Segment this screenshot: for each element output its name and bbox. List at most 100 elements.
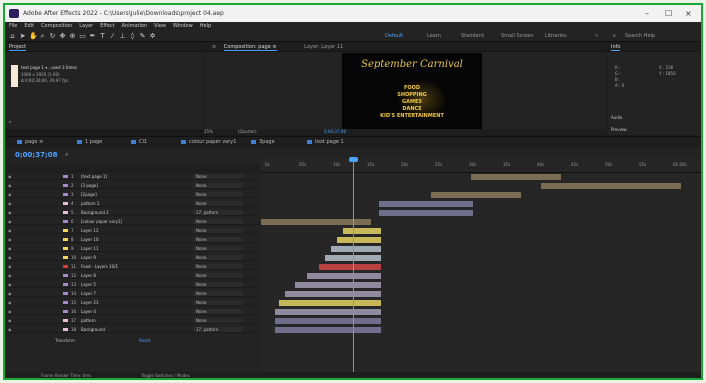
workspace-4[interactable]: Libraries [545,31,567,42]
workspace-0[interactable]: Default [385,31,403,42]
layer-row[interactable]: ◉ 14 Layer 7 None [5,290,260,297]
resolution-dropdown[interactable]: (Quarter) [238,129,257,135]
visibility-eye-icon[interactable]: ◉ [8,182,12,189]
audio-panel-tab[interactable]: Audio [611,115,622,120]
roto-brush-tool-icon[interactable]: ✎ [139,33,146,40]
layer-track-area[interactable] [261,173,701,372]
layer-duration-bar[interactable] [541,183,681,189]
layer-duration-bar[interactable] [275,309,381,315]
layer-name[interactable]: Layer 12 [81,227,99,234]
layer-name[interactable]: Layer 11 [81,245,99,252]
parent-dropdown[interactable]: None [193,255,243,260]
visibility-eye-icon[interactable]: ◉ [8,326,12,333]
zoom-dropdown[interactable]: 25% [204,129,213,135]
layer-label-color[interactable] [63,328,68,331]
menu-item[interactable]: Animation [122,23,148,29]
layer-name[interactable]: [colour paper vary1] [81,218,122,225]
brush-tool-icon[interactable]: ⁄ [109,33,116,40]
visibility-eye-icon[interactable]: ◉ [8,236,12,243]
parent-dropdown[interactable]: None [193,282,243,287]
transform-label[interactable]: Transform [55,337,75,344]
composition-tab[interactable]: Composition: page ≡ [223,44,277,51]
visibility-eye-icon[interactable]: ◉ [8,227,12,234]
preview-panel-tab[interactable]: Preview [611,127,627,132]
minimize-button[interactable]: – [645,5,649,22]
menu-item[interactable]: Edit [24,23,34,29]
parent-dropdown[interactable]: None [193,309,243,314]
visibility-eye-icon[interactable]: ◉ [8,200,12,207]
visibility-eye-icon[interactable]: ◉ [8,290,12,297]
layer-name[interactable]: Background [81,326,105,333]
layer-label-color[interactable] [63,220,68,223]
selection-tool-icon[interactable]: ➤ [19,33,26,40]
layer-label-color[interactable] [63,238,68,241]
layer-label-color[interactable] [63,247,68,250]
layer-duration-bar[interactable] [431,192,521,198]
layer-duration-bar[interactable] [261,219,371,225]
layer-label-color[interactable] [63,211,68,214]
layer-row[interactable]: ◉ 1 [text page 1] None [5,173,260,180]
layer-name[interactable]: Layer 8 [81,272,96,279]
layer-label-color[interactable] [63,256,68,259]
visibility-eye-icon[interactable]: ◉ [8,281,12,288]
reset-link[interactable]: Reset [139,337,150,344]
menu-item[interactable]: Effect [100,23,114,29]
layer-row[interactable]: ◉ 18 Background 17. pattern [5,326,260,333]
hand-tool-icon[interactable]: ✋ [29,33,38,40]
menu-item[interactable]: File [9,23,17,29]
parent-dropdown[interactable]: None [193,246,243,251]
layer-row[interactable]: ◉ 7 Layer 12 None [5,227,260,234]
viewer-timecode[interactable]: 0;00;37;08 [324,129,346,135]
layer-label-color[interactable] [63,283,68,286]
layer-row[interactable]: ◉ 4 pattern 2 None [5,200,260,207]
visibility-eye-icon[interactable]: ◉ [8,218,12,225]
maximize-button[interactable]: ☐ [665,5,672,22]
timeline-comp-tab[interactable]: Cl1 [131,137,147,147]
layer-row[interactable]: ◉ 6 [colour paper vary1] None [5,218,260,225]
layer-name[interactable]: [2page] [81,191,97,198]
layer-duration-bar[interactable] [379,201,473,207]
close-button[interactable]: × [685,5,692,22]
layer-label-color[interactable] [63,265,68,268]
parent-dropdown[interactable]: None [193,264,243,269]
layer-name[interactable]: pattern 2 [81,200,100,207]
shape-tool-icon[interactable]: ▭ [79,33,86,40]
parent-dropdown[interactable]: None [193,201,243,206]
layer-row[interactable]: ◉ 9 Layer 11 None [5,245,260,252]
home-icon[interactable]: ⌂ [9,33,16,40]
pan-behind-tool-icon[interactable]: ⊕ [69,33,76,40]
layer-name[interactable]: Layer 10 [81,236,99,243]
parent-dropdown[interactable]: 17. pattern [193,210,243,215]
timeline-timecode[interactable]: 0;00;37;08 [15,151,58,159]
layer-row[interactable]: ◉ 2 [3 page] None [5,182,260,189]
text-tool-icon[interactable]: T [99,33,106,40]
layer-label-color[interactable] [63,292,68,295]
current-time-indicator[interactable] [353,157,354,372]
camera-tool-icon[interactable]: ✥ [59,33,66,40]
clone-stamp-tool-icon[interactable]: ⊥ [119,33,126,40]
layer-name[interactable]: Food - Layers 10/1 [81,263,118,270]
parent-dropdown[interactable]: 17. pattern [193,327,243,332]
layer-duration-bar[interactable] [275,327,381,333]
project-search-icon[interactable]: ⌕ [9,119,11,124]
layer-row[interactable]: ◉ 8 Layer 10 None [5,236,260,243]
menu-item[interactable]: Layer [79,23,93,29]
layer-label-color[interactable] [63,193,68,196]
composition-viewer[interactable]: September Carnival FOOD SHOPPING GAMES D… [342,53,482,131]
parent-dropdown[interactable]: None [193,192,243,197]
visibility-eye-icon[interactable]: ◉ [8,191,12,198]
layer-duration-bar[interactable] [279,300,381,306]
layer-duration-bar[interactable] [379,210,473,216]
menu-item[interactable]: Help [200,23,211,29]
pen-tool-icon[interactable]: ✒ [89,33,96,40]
timeline-comp-tab[interactable]: 1 page [77,137,102,147]
layer-name[interactable]: Layer 4 [81,308,96,315]
visibility-eye-icon[interactable]: ◉ [8,173,12,180]
layer-name[interactable]: [3 page] [81,182,98,189]
time-ruler[interactable]: 0s 05s 10s 15s 20s 25s 30s 35s 40s 45s 50s 55s 01:00… [261,159,701,173]
layer-label-color[interactable] [63,175,68,178]
comp-panel-menu-icon[interactable]: ≡ [212,44,216,50]
menu-item[interactable]: Window [173,23,193,29]
search-help-field[interactable]: Search Help [625,31,655,42]
parent-dropdown[interactable]: None [193,300,243,305]
